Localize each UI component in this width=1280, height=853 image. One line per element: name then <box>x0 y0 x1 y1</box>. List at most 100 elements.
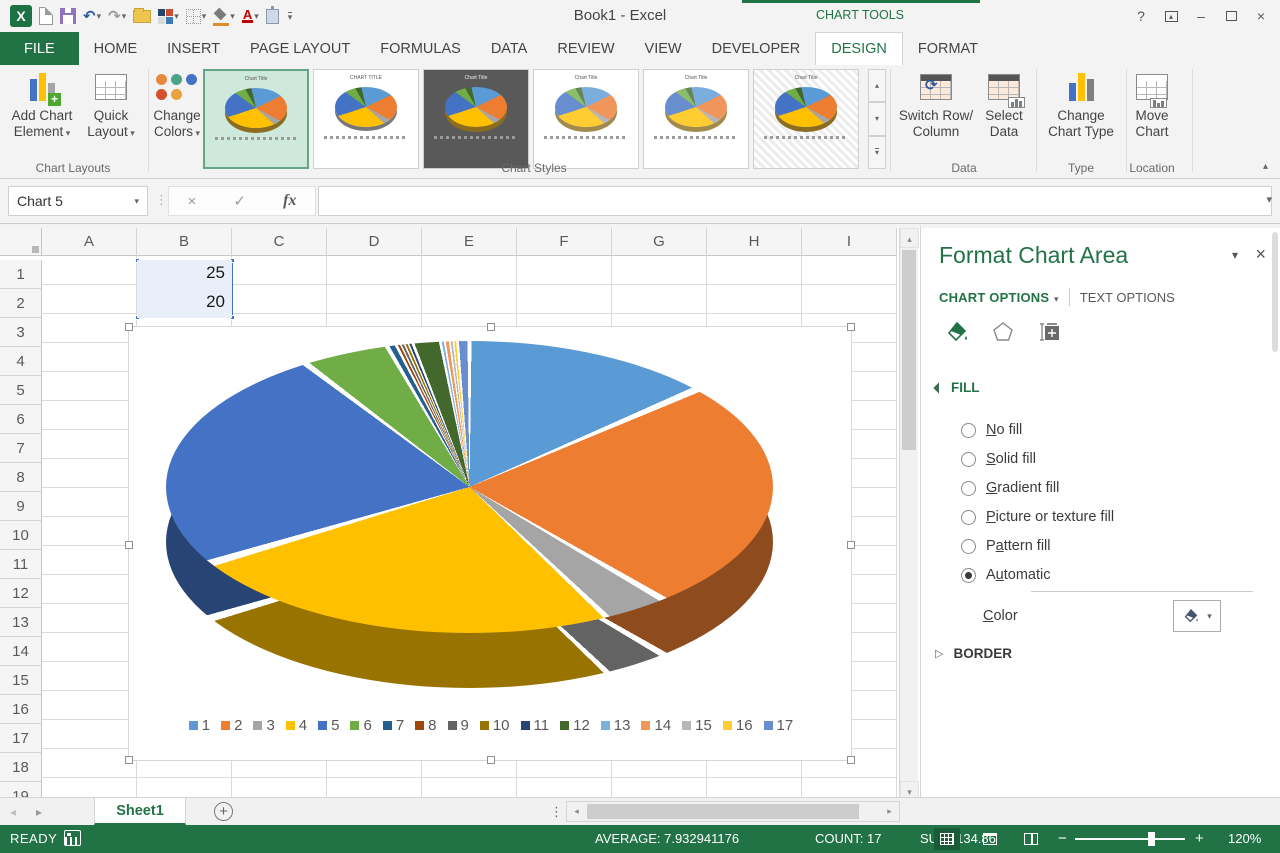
row-header-14[interactable]: 14 <box>0 637 42 666</box>
chart-style-thumbnail-5[interactable]: Chart Title <box>643 69 749 169</box>
open-icon[interactable] <box>131 5 153 27</box>
zoom-in-icon[interactable]: + <box>1195 830 1204 847</box>
chart-handle[interactable] <box>847 756 855 764</box>
theme-colors-icon[interactable]: ▾ <box>156 5 181 27</box>
legend-item-6[interactable]: 6 <box>350 717 371 734</box>
fill-color-icon[interactable]: ▾ <box>211 5 237 27</box>
chart-style-thumbnail-4[interactable]: Chart Title <box>533 69 639 169</box>
chart-style-thumbnail-1[interactable]: Chart Title <box>203 69 309 169</box>
add-chart-element-button[interactable]: + Add Chart Element <box>6 70 78 141</box>
legend-item-12[interactable]: 12 <box>560 717 590 734</box>
borders-icon[interactable]: ▾ <box>184 5 209 27</box>
tab-page-layout[interactable]: PAGE LAYOUT <box>235 32 365 65</box>
color-picker-button[interactable]: ▾ <box>1173 600 1221 632</box>
gallery-down-icon[interactable]: ▾ <box>868 102 886 135</box>
name-box-splitter[interactable]: ⋮ <box>155 192 168 208</box>
legend-item-3[interactable]: 3 <box>253 717 274 734</box>
chart-handle[interactable] <box>487 323 495 331</box>
tab-home[interactable]: HOME <box>79 32 153 65</box>
select-all-corner[interactable] <box>0 228 42 256</box>
radio-icon[interactable] <box>961 423 976 438</box>
fill-option-pattern-fill[interactable]: Pattern fill <box>961 534 1051 558</box>
legend-item-8[interactable]: 8 <box>415 717 436 734</box>
column-header-B[interactable]: B <box>137 228 232 256</box>
row-header-12[interactable]: 12 <box>0 579 42 608</box>
chart-style-thumbnail-3[interactable]: Chart Title <box>423 69 529 169</box>
tab-design[interactable]: DESIGN <box>815 32 903 65</box>
size-properties-icon[interactable] <box>1037 320 1063 344</box>
cancel-icon[interactable]: × <box>188 193 197 210</box>
pie-3d-top[interactable] <box>166 341 773 633</box>
legend-item-17[interactable]: 17 <box>764 717 794 734</box>
row-header-7[interactable]: 7 <box>0 434 42 463</box>
select-data-button[interactable]: Select Data <box>978 70 1030 140</box>
radio-icon[interactable] <box>961 481 976 496</box>
fill-option-picture-or-texture-fill[interactable]: Picture or texture fill <box>961 505 1114 529</box>
vertical-scroll-thumb[interactable] <box>902 250 916 450</box>
new-file-icon[interactable] <box>37 5 55 27</box>
column-header-D[interactable]: D <box>327 228 422 256</box>
cell-B1[interactable]: 25 <box>137 260 232 289</box>
tab-text-options[interactable]: TEXT OPTIONS <box>1080 290 1175 305</box>
cell-B2[interactable]: 20 <box>137 289 232 318</box>
legend-item-5[interactable]: 5 <box>318 717 339 734</box>
horizontal-scrollbar[interactable]: ◂ ▸ <box>566 801 900 822</box>
tab-insert[interactable]: INSERT <box>152 32 235 65</box>
page-layout-view-icon[interactable] <box>977 828 1003 850</box>
tab-developer[interactable]: DEVELOPER <box>697 32 816 65</box>
zoom-level[interactable]: 120% <box>1228 831 1261 846</box>
border-section-header[interactable]: ▷BORDER <box>935 646 1012 661</box>
gallery-more-icon[interactable]: ▾ <box>868 136 886 169</box>
column-header-F[interactable]: F <box>517 228 612 256</box>
macro-record-icon[interactable] <box>64 830 81 846</box>
fill-section-header[interactable]: FILL <box>935 380 980 395</box>
legend-item-13[interactable]: 13 <box>601 717 631 734</box>
scroll-left-icon[interactable]: ◂ <box>567 802 586 821</box>
legend-item-4[interactable]: 4 <box>286 717 307 734</box>
row-header-1[interactable]: 1 <box>0 260 42 289</box>
next-sheet-icon[interactable]: ▸ <box>26 805 52 819</box>
row-header-18[interactable]: 18 <box>0 753 42 782</box>
row-header-5[interactable]: 5 <box>0 376 42 405</box>
row-header-10[interactable]: 10 <box>0 521 42 550</box>
save-icon[interactable] <box>58 5 78 27</box>
radio-icon[interactable] <box>961 568 976 583</box>
pie-chart-object[interactable]: 1234567891011121314151617 <box>128 326 852 761</box>
page-break-view-icon[interactable] <box>1018 828 1044 850</box>
font-color-icon[interactable]: A▾ <box>240 5 261 27</box>
chart-handle[interactable] <box>487 756 495 764</box>
row-header-17[interactable]: 17 <box>0 724 42 753</box>
fill-option-solid-fill[interactable]: Solid fill <box>961 447 1036 471</box>
formula-input[interactable] <box>318 186 1272 216</box>
gallery-up-icon[interactable]: ▴ <box>868 69 886 102</box>
chart-handle[interactable] <box>847 323 855 331</box>
legend-item-16[interactable]: 16 <box>723 717 753 734</box>
chart-handle[interactable] <box>125 323 133 331</box>
status-average[interactable]: AVERAGE: 7.932941176 <box>595 831 739 846</box>
chart-handle[interactable] <box>847 541 855 549</box>
tab-chart-options[interactable]: CHART OPTIONS ▾ <box>939 290 1059 305</box>
legend-item-10[interactable]: 10 <box>480 717 510 734</box>
pane-menu-icon[interactable]: ▾ <box>1232 248 1238 262</box>
legend-item-2[interactable]: 2 <box>221 717 242 734</box>
column-header-H[interactable]: H <box>707 228 802 256</box>
row-header-9[interactable]: 9 <box>0 492 42 521</box>
scroll-right-icon[interactable]: ▸ <box>880 802 899 821</box>
legend-item-1[interactable]: 1 <box>189 717 210 734</box>
chart-legend[interactable]: 1234567891011121314151617 <box>129 717 853 734</box>
insert-function-icon[interactable]: fx <box>283 192 296 210</box>
legend-item-7[interactable]: 7 <box>383 717 404 734</box>
legend-item-15[interactable]: 15 <box>682 717 712 734</box>
row-header-16[interactable]: 16 <box>0 695 42 724</box>
row-header-2[interactable]: 2 <box>0 289 42 318</box>
zoom-out-icon[interactable]: − <box>1058 830 1067 847</box>
undo-icon[interactable]: ↶▾ <box>81 5 103 27</box>
radio-icon[interactable] <box>961 452 976 467</box>
effects-icon[interactable] <box>991 320 1015 344</box>
radio-icon[interactable] <box>961 510 976 525</box>
normal-view-icon[interactable] <box>934 828 960 850</box>
tab-review[interactable]: REVIEW <box>542 32 629 65</box>
close-icon[interactable]: × <box>1246 3 1276 29</box>
name-box[interactable]: Chart 5▾ <box>8 186 148 216</box>
chart-style-thumbnail-2[interactable]: CHART TITLE <box>313 69 419 169</box>
